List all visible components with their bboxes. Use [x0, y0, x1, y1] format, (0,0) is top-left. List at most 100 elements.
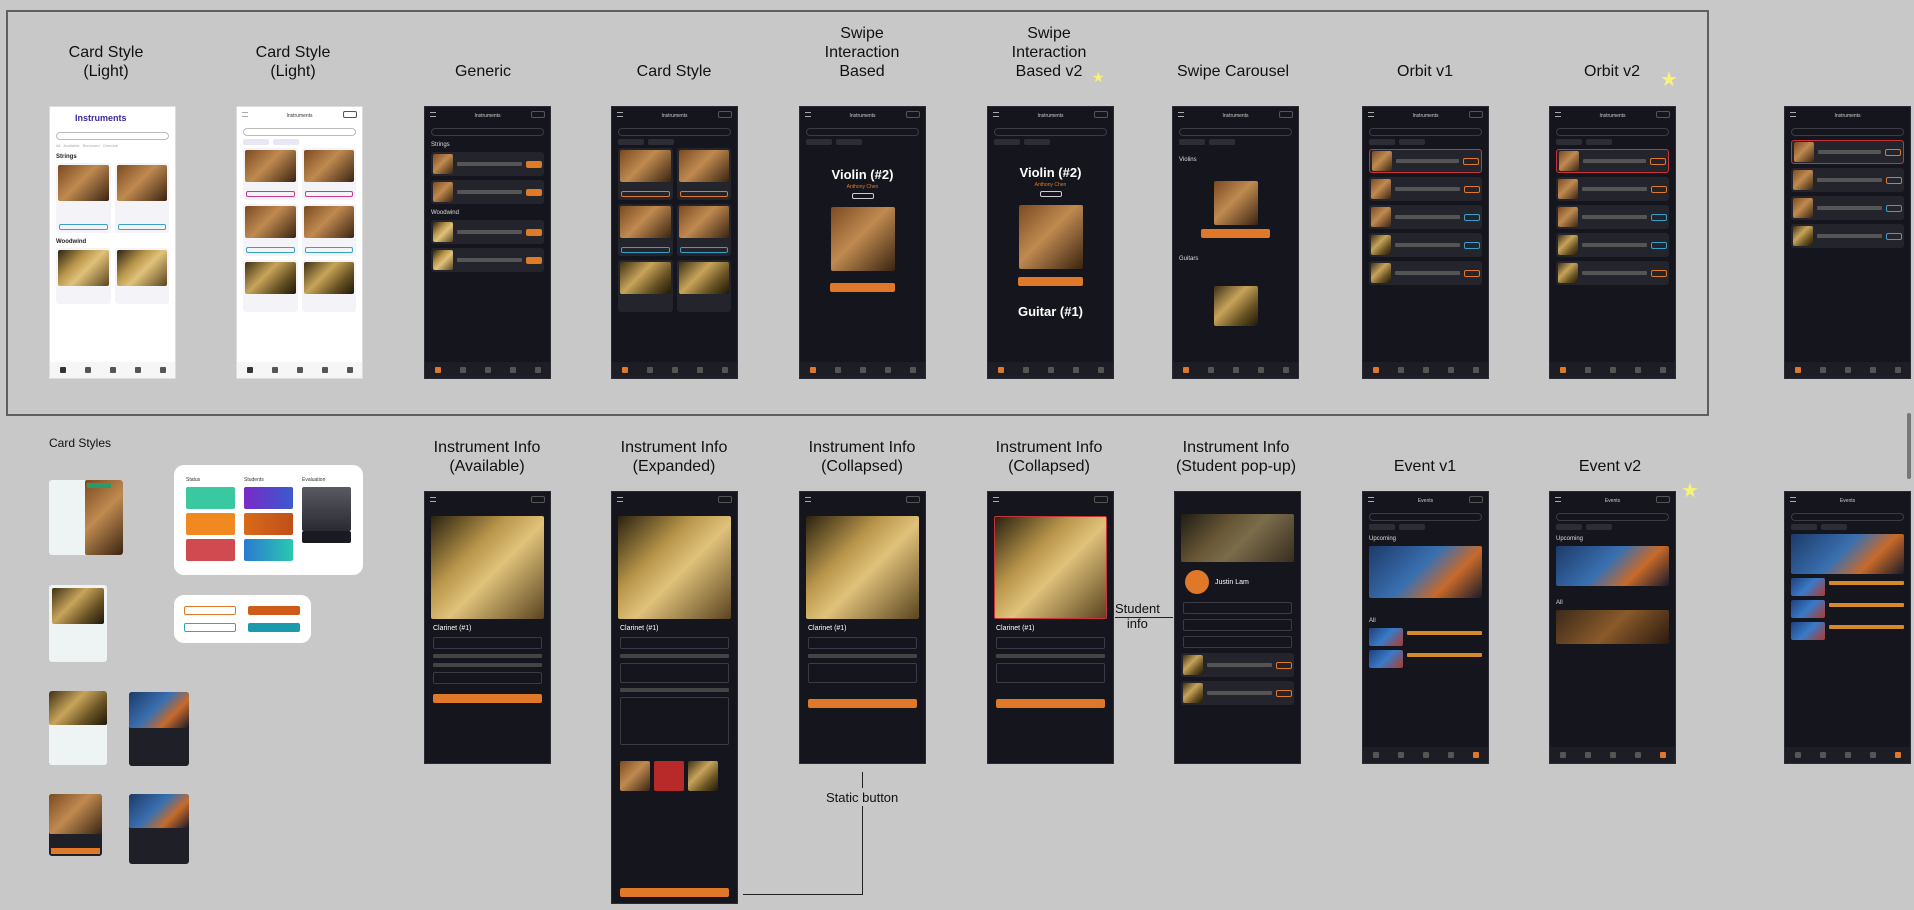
search-input[interactable] [1179, 128, 1292, 136]
return-button[interactable] [830, 283, 895, 292]
label-card-style: Card Style [636, 63, 712, 80]
phone-card-light-2: Instruments [236, 106, 363, 379]
annotation-static-button: Static button [826, 790, 899, 805]
student-name: Justin Lam [1215, 578, 1249, 586]
search-input[interactable] [1791, 513, 1904, 521]
palette-status-label: Status [186, 477, 201, 483]
phone-title: Instruments [75, 113, 127, 123]
search-input[interactable] [806, 128, 919, 136]
palette-students-label: Students [244, 477, 264, 483]
assign-filled-button[interactable] [248, 623, 300, 632]
search-input[interactable] [1369, 128, 1482, 136]
instrument-name: Clarinet (#1) [996, 625, 1035, 632]
search-input[interactable] [994, 128, 1107, 136]
phone-title: Instruments [1412, 113, 1439, 119]
arrow-line [743, 894, 863, 895]
section-upcoming: Upcoming [1369, 536, 1397, 542]
phone-event-extra: Events [1784, 491, 1911, 764]
phone-info-student: Justin Lam [1174, 491, 1301, 764]
instrument-name: Clarinet (#1) [620, 625, 659, 632]
phone-title: Instruments [1834, 113, 1861, 119]
phone-swipe-v2: Instruments Violin (#2) Anthony Chen Gui… [987, 106, 1114, 379]
section-all: All [1556, 600, 1563, 606]
return-button[interactable] [1201, 229, 1270, 238]
star-icon: ★ [1660, 69, 1678, 91]
phone-title: Instruments [1599, 113, 1626, 119]
phone-title: Events [1417, 498, 1434, 504]
return-button[interactable] [808, 699, 917, 708]
label-card-style-light-2: Card Style (Light) [255, 44, 331, 80]
card-styles-label: Card Styles [49, 436, 112, 450]
search-input[interactable] [243, 128, 356, 136]
phone-orbit-v2: Instruments [1549, 106, 1676, 379]
section-guitars: Guitars [1179, 256, 1199, 262]
phone-info-expanded: Clarinet (#1) [611, 491, 738, 904]
phone-title: Instruments [1222, 113, 1249, 119]
phone-card-light-1: Instruments All Available Borrowed Overdue … [49, 106, 176, 379]
label-info-student: Instrument Info (Student pop-up) [1175, 439, 1297, 475]
phone-carousel: Instruments Violins Guitars [1172, 106, 1299, 379]
search-input[interactable] [431, 128, 544, 136]
phone-title: Instruments [286, 113, 313, 119]
return-button[interactable] [620, 888, 729, 897]
color-palette: Status Students Evaluation [174, 465, 363, 575]
star-icon: ★ [1681, 480, 1699, 502]
instrument-name: Clarinet (#1) [808, 625, 847, 632]
card-sample-3 [49, 691, 107, 765]
phone-swipe: Instruments Violin (#2) Anthony Chen [799, 106, 926, 379]
search-input[interactable] [618, 128, 731, 136]
label-info-collapsed-2: Instrument Info (Collapsed) [995, 439, 1103, 475]
label-info-expanded: Instrument Info (Expanded) [620, 439, 728, 475]
search-input[interactable] [1556, 513, 1669, 521]
arrow-line [862, 772, 863, 788]
card-sample-1 [49, 480, 123, 555]
phone-generic: Instruments Strings Woodwind [424, 106, 551, 379]
section-strings: Strings [431, 142, 450, 148]
arrow-line [862, 806, 863, 894]
assign-button[interactable] [433, 694, 542, 703]
arrow-line [1115, 617, 1173, 618]
return-button[interactable] [1018, 277, 1083, 286]
event-card-sample-1 [129, 692, 189, 766]
section-violins: Violins [1179, 157, 1197, 163]
button-samples [174, 595, 311, 643]
section-woodwind: Woodwind [431, 210, 459, 216]
label-info-collapsed-1: Instrument Info (Collapsed) [808, 439, 916, 475]
label-info-available: Instrument Info (Available) [433, 439, 541, 475]
search-input[interactable] [1556, 128, 1669, 136]
section-upcoming: Upcoming [1556, 536, 1584, 542]
instrument-name: Clarinet (#1) [433, 625, 472, 632]
phone-orbit-v1: Instruments [1362, 106, 1489, 379]
label-event-v2: Event v2 [1578, 458, 1642, 475]
instrument-title: Violin (#2) [1019, 165, 1082, 180]
section-woodwind: Woodwind [56, 239, 87, 245]
label-swipe-carousel: Swipe Carousel [1176, 63, 1290, 80]
tabs[interactable]: All Available Borrowed Overdue [56, 143, 169, 148]
search-input[interactable] [56, 132, 169, 140]
star-icon: ★ [1092, 69, 1105, 85]
section-strings: Strings [56, 154, 77, 160]
label-swipe-v2: Swipe Interaction Based v2 [1011, 25, 1087, 80]
phone-title: Events [1604, 498, 1621, 504]
search-input[interactable] [1791, 128, 1904, 136]
instrument-title: Violin (#2) [831, 167, 894, 182]
event-card-sample-2 [129, 794, 189, 864]
return-filled-button[interactable] [248, 606, 300, 615]
phone-title: Events [1839, 498, 1856, 504]
label-generic: Generic [454, 63, 512, 80]
search-input[interactable] [1369, 513, 1482, 521]
scrollbar[interactable] [1907, 413, 1911, 479]
annotation-student-info: Student info [1115, 601, 1160, 631]
phone-card-style: Instruments [611, 106, 738, 379]
label-event-v1: Event v1 [1393, 458, 1457, 475]
phone-event-v2: Events Upcoming All [1549, 491, 1676, 764]
assign-outline-button[interactable] [184, 623, 236, 632]
phone-title: Instruments [474, 113, 501, 119]
label-orbit-v2: Orbit v2 [1583, 63, 1641, 80]
borrower-name: Anthony Chen [1034, 182, 1067, 188]
phone-title: Instruments [661, 113, 688, 119]
phone-info-collapsed-2: Clarinet (#1) [987, 491, 1114, 764]
label-card-style-light-1: Card Style (Light) [68, 44, 144, 80]
return-outline-button[interactable] [184, 606, 236, 615]
return-button[interactable] [996, 699, 1105, 708]
